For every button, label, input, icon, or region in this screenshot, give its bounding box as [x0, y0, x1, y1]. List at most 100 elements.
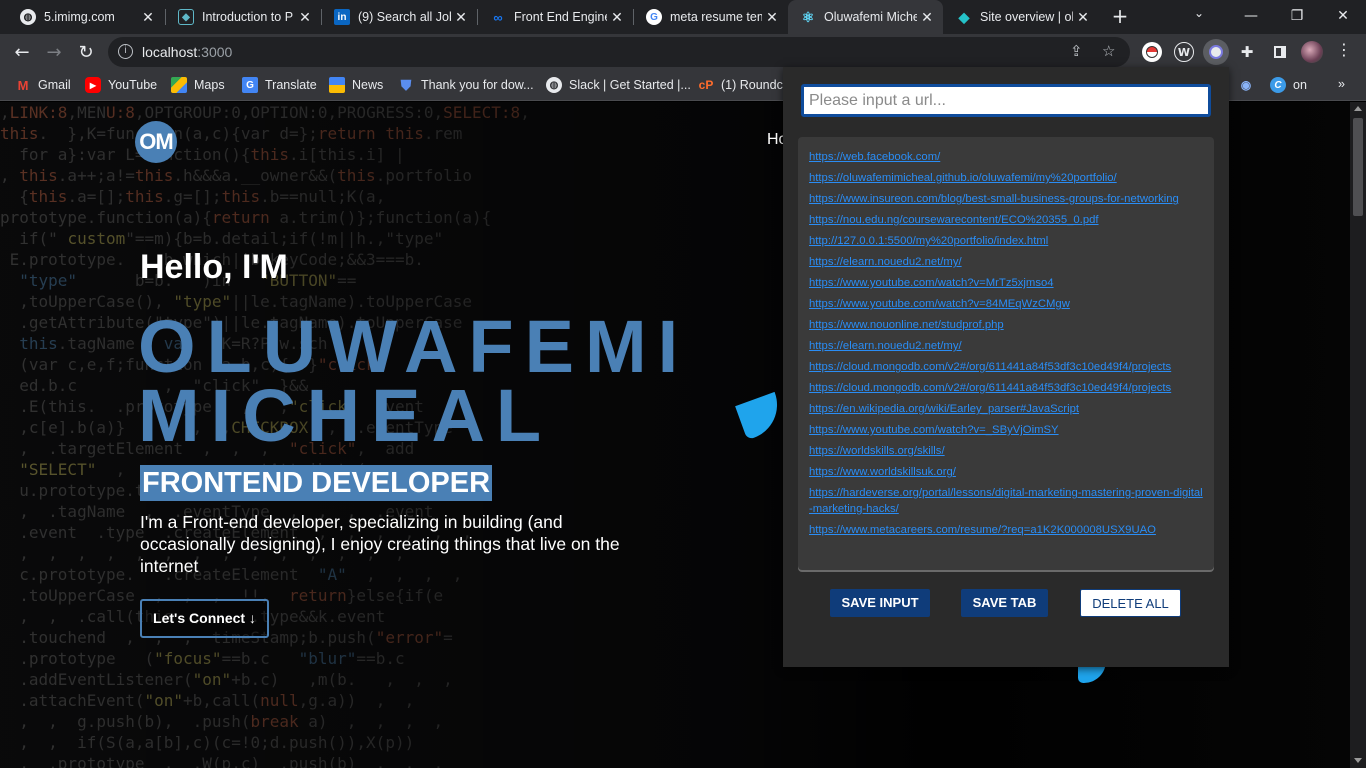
share-icon[interactable]: ⇪ — [1070, 42, 1083, 60]
name-first-heading: OLUWAFEMI — [138, 305, 690, 388]
close-icon[interactable]: ✕ — [138, 9, 158, 26]
tab-title: Site overview | ol — [980, 10, 1073, 24]
google-icon: G — [646, 9, 662, 25]
saved-link[interactable]: https://www.youtube.com/watch?v=MrTz5xjm… — [809, 275, 1204, 291]
netlify-icon: ◆ — [958, 8, 970, 25]
new-tab-button[interactable]: + — [1108, 5, 1132, 29]
chevron-down-icon[interactable]: ⌄ — [1194, 6, 1204, 20]
close-window-icon[interactable]: ✕ — [1320, 0, 1366, 34]
forward-arrow-icon[interactable]: → — [40, 39, 68, 67]
kebab-menu-icon[interactable]: ⋮ — [1336, 40, 1352, 59]
saved-link[interactable]: https://hardeverse.org/portal/lessons/di… — [809, 485, 1204, 517]
bookmark-roundcube[interactable]: cP (1) Roundcu — [698, 77, 790, 93]
bookmark-gmail[interactable]: M Gmail — [15, 77, 71, 93]
address-url[interactable]: localhost:3000 — [142, 44, 232, 60]
saved-link[interactable]: http://127.0.0.1:5500/my%20portfolio/ind… — [809, 233, 1204, 249]
side-panel-icon[interactable] — [1270, 42, 1290, 62]
save-input-button[interactable]: SAVE INPUT — [830, 589, 930, 617]
shield-icon: ⛊ — [400, 76, 412, 93]
saved-link[interactable]: https://www.worldskillsuk.org/ — [809, 464, 1204, 480]
meta-icon: ∞ — [493, 9, 503, 25]
scroll-up-arrow-icon[interactable] — [1354, 106, 1362, 111]
save-tab-button[interactable]: SAVE TAB — [961, 589, 1048, 617]
bookmark-label: on — [1293, 78, 1307, 92]
back-arrow-icon[interactable]: ← — [8, 39, 36, 67]
gmail-icon: M — [17, 77, 29, 93]
tab-title: 5.imimg.com — [44, 10, 115, 24]
restore-icon[interactable]: ❐ — [1274, 0, 1320, 34]
bookmark-maps[interactable]: Maps — [171, 77, 225, 93]
role-heading: FRONTEND DEVELOPER — [140, 465, 493, 501]
saved-link[interactable]: https://cloud.mongodb.com/v2#/org/611441… — [809, 380, 1204, 396]
close-icon[interactable]: ✕ — [451, 9, 471, 26]
profile-avatar[interactable] — [1301, 41, 1323, 63]
tab-introduction[interactable]: ◆ Introduction to P ✕ — [166, 0, 321, 34]
address-bar[interactable]: i localhost:3000 ⇪ ☆ — [108, 37, 1130, 67]
linkedin-icon: in — [334, 9, 350, 25]
browser-toolbar: ← → ↻ i localhost:3000 ⇪ ☆ W ✚ ⋮ — [0, 34, 1366, 71]
close-icon[interactable]: ✕ — [917, 9, 937, 26]
pokeball-extension-icon[interactable] — [1142, 42, 1162, 62]
close-icon[interactable]: ✕ — [295, 9, 315, 26]
bookmark-star-icon[interactable]: ☆ — [1102, 42, 1115, 60]
bookmark-label: Maps — [194, 78, 225, 92]
logo[interactable]: OM — [135, 121, 177, 163]
info-icon[interactable]: i — [118, 44, 133, 59]
close-icon[interactable]: ✕ — [762, 9, 782, 26]
saved-link[interactable]: https://nou.edu.ng/coursewarecontent/ECO… — [809, 212, 1204, 228]
saved-link[interactable]: https://elearn.nouedu2.net/my/ — [809, 338, 1204, 354]
translate-icon: G — [242, 77, 258, 93]
puzzle-extensions-icon[interactable]: ✚ — [1237, 42, 1257, 62]
tab-title: meta resume tem — [670, 10, 762, 24]
link-saver-extension-icon[interactable] — [1203, 39, 1229, 65]
globe-icon: ◍ — [546, 77, 562, 93]
bookmark-translate[interactable]: G Translate — [242, 77, 317, 93]
scroll-down-arrow-icon[interactable] — [1354, 758, 1362, 763]
saved-link[interactable]: https://www.metacareers.com/resume/?req=… — [809, 522, 1204, 538]
saved-link[interactable]: https://worldskills.org/skills/ — [809, 443, 1204, 459]
bookmark-hidden-icon[interactable]: ◉ — [1238, 77, 1261, 93]
tab-linkedin[interactable]: in (9) Search all Job ✕ — [322, 0, 477, 34]
bookmark-canva[interactable]: C on — [1270, 77, 1307, 93]
saved-link[interactable]: https://www.youtube.com/watch?v=84MEqWzC… — [809, 296, 1204, 312]
saved-link[interactable]: https://oluwafemimicheal.github.io/oluwa… — [809, 170, 1204, 186]
tab-oluwafemi-micheal[interactable]: ⚛ Oluwafemi Miche ✕ — [788, 0, 943, 34]
news-icon — [329, 77, 345, 93]
url-input[interactable] — [801, 84, 1211, 117]
greeting-heading: Hello, I'M — [140, 248, 288, 286]
scrollbar-thumb[interactable] — [1353, 118, 1363, 216]
tab-meta-resume[interactable]: G meta resume tem ✕ — [634, 0, 788, 34]
close-icon[interactable]: ✕ — [1073, 9, 1093, 26]
close-icon[interactable]: ✕ — [607, 9, 627, 26]
address-port: :3000 — [197, 44, 233, 60]
tab-site-overview[interactable]: ◆ Site overview | ol ✕ — [944, 0, 1099, 34]
saved-link[interactable]: https://elearn.nouedu2.net/my/ — [809, 254, 1204, 270]
page-scrollbar[interactable] — [1350, 102, 1366, 768]
tab-imimg[interactable]: ◍ 5.imimg.com ✕ — [8, 0, 164, 34]
saved-link[interactable]: https://www.youtube.com/watch?v=_SByVjOi… — [809, 422, 1204, 438]
reload-icon[interactable]: ↻ — [72, 39, 100, 67]
saved-link[interactable]: https://en.wikipedia.org/wiki/Earley_par… — [809, 401, 1204, 417]
delete-all-button[interactable]: DELETE ALL — [1080, 589, 1181, 617]
shield-icon: ◆ — [178, 9, 194, 25]
bookmark-thank-you[interactable]: ⛊ Thank you for dow... — [398, 77, 534, 93]
more-bookmarks-icon[interactable]: » — [1338, 77, 1345, 91]
saved-link[interactable]: https://www.nouonline.net/studprof.php — [809, 317, 1204, 333]
bookmark-label: YouTube — [108, 78, 158, 92]
saved-link[interactable]: https://web.facebook.com/ — [809, 149, 1204, 165]
bookmark-label: Slack | Get Started |... — [569, 78, 691, 92]
react-icon: ⚛ — [801, 8, 815, 25]
eye-icon: ◉ — [1240, 78, 1252, 92]
lets-connect-button[interactable]: Let's Connect ↓ — [140, 599, 269, 638]
bookmark-youtube[interactable]: ▶ YouTube — [85, 77, 157, 93]
bookmark-news[interactable]: News — [329, 77, 383, 93]
cpanel-icon: cP — [698, 78, 714, 92]
minimize-icon[interactable]: — — [1228, 0, 1274, 34]
tab-title: Introduction to P — [202, 10, 294, 24]
bookmark-label: Gmail — [38, 78, 71, 92]
saved-link[interactable]: https://cloud.mongodb.com/v2#/org/611441… — [809, 359, 1204, 375]
tab-front-end-engineer[interactable]: ∞ Front End Engine ✕ — [478, 0, 633, 34]
w-extension-icon[interactable]: W — [1174, 42, 1194, 62]
bookmark-slack[interactable]: ◍ Slack | Get Started |... — [546, 77, 691, 93]
saved-link[interactable]: https://www.insureon.com/blog/best-small… — [809, 191, 1204, 207]
